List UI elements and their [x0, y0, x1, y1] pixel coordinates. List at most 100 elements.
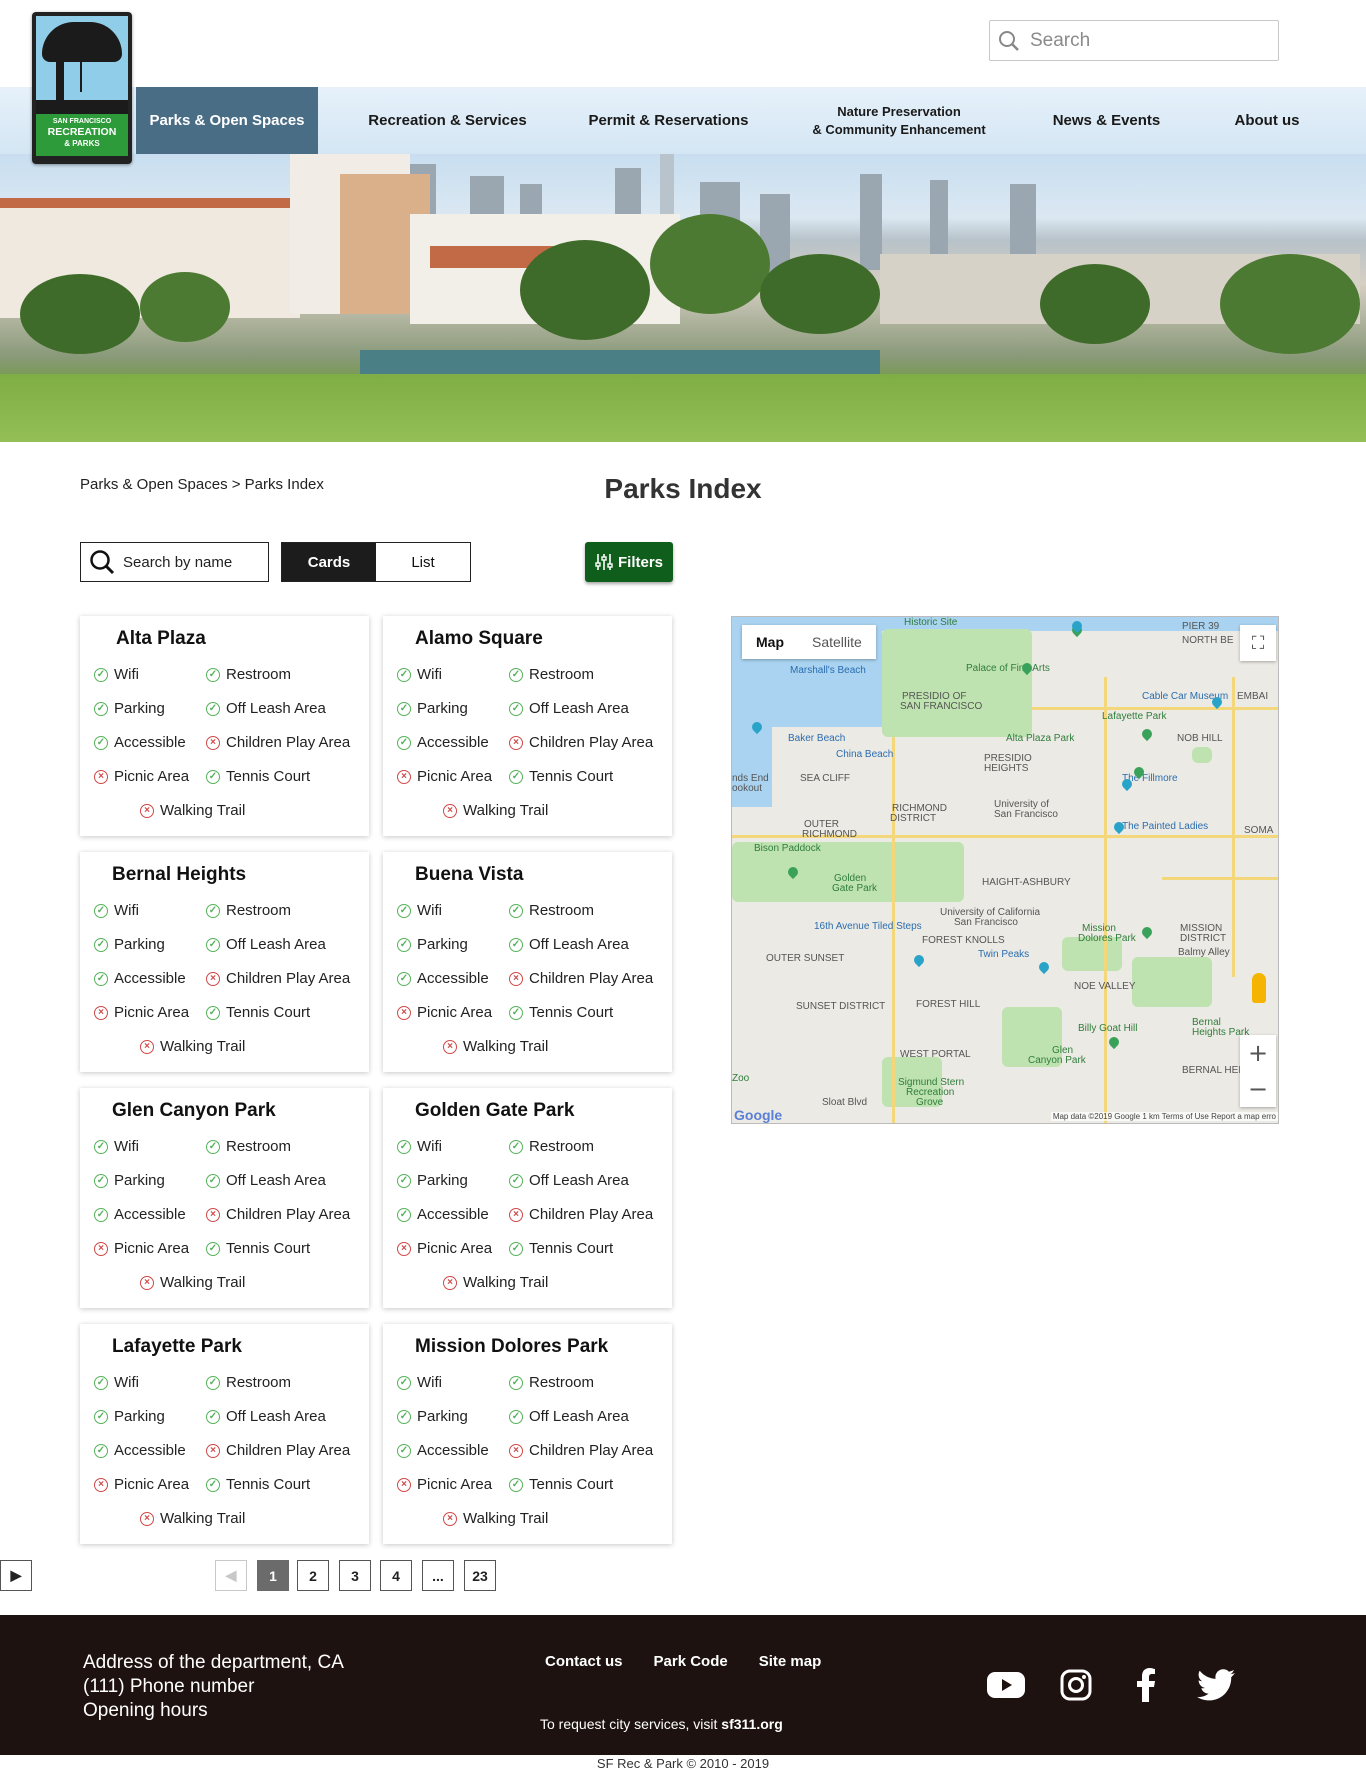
amenity-label: Off Leash Area	[529, 936, 629, 953]
park-card-title[interactable]: Mission Dolores Park	[415, 1336, 608, 1358]
amenity-label: Wifi	[417, 666, 442, 683]
amenity-wifi: ✓ Wifi	[94, 902, 139, 919]
nav-parks-open-spaces[interactable]: Parks & Open Spaces	[136, 87, 318, 154]
list-view-button[interactable]: List	[376, 543, 470, 581]
instagram-icon[interactable]	[1056, 1667, 1096, 1703]
amenity-restroom: ✓ Restroom	[206, 1374, 291, 1391]
zoom-out-button[interactable]: −	[1240, 1071, 1276, 1107]
filters-button[interactable]: Filters	[585, 542, 673, 582]
amenity-label: Children Play Area	[226, 1442, 351, 1459]
youtube-icon[interactable]	[986, 1667, 1026, 1703]
park-card[interactable]: Alamo Square ✓ Wifi ✓ Restroom ✓ Parking ✓ Off L…	[383, 616, 672, 836]
amenity-label: Off Leash Area	[529, 700, 629, 717]
check-circle-icon: ✓	[206, 1477, 220, 1492]
amenity-restroom: ✓ Restroom	[509, 1374, 594, 1391]
amenity-label: Parking	[417, 936, 468, 953]
map-label: The Painted Ladies	[1122, 821, 1209, 832]
map-label: SAN FRANCISCO	[900, 701, 983, 712]
check-circle-icon: ✓	[509, 1241, 523, 1256]
twitter-icon[interactable]	[1196, 1667, 1236, 1703]
map-type-map[interactable]: Map	[742, 625, 798, 659]
site-search[interactable]	[989, 20, 1279, 61]
fullscreen-icon[interactable]: ⛶	[1240, 625, 1276, 661]
amenity-wifi: ✓ Wifi	[397, 1138, 442, 1155]
amenity-label: Restroom	[226, 666, 292, 683]
check-circle-icon: ✓	[94, 971, 108, 986]
amenity-label: Parking	[114, 700, 165, 717]
amenity-wifi: ✓ Wifi	[397, 666, 442, 683]
park-card-title[interactable]: Glen Canyon Park	[112, 1100, 276, 1122]
park-name-search[interactable]	[80, 542, 269, 582]
nav-permit-reservations[interactable]: Permit & Reservations	[580, 87, 757, 154]
map-label: PIER 39	[1182, 621, 1220, 632]
site-search-input[interactable]	[1030, 29, 1260, 52]
nav-recreation-services[interactable]: Recreation & Services	[360, 87, 535, 154]
amenity-label: Wifi	[114, 666, 139, 683]
park-card[interactable]: Glen Canyon Park ✓ Wifi ✓ Restroom ✓ Parking ✓ O…	[80, 1088, 369, 1308]
park-card[interactable]: Mission Dolores Park ✓ Wifi ✓ Restroom ✓ Parki…	[383, 1324, 672, 1544]
amenity-label: Parking	[417, 1408, 468, 1425]
page-button[interactable]: ...	[422, 1560, 454, 1591]
amenity-parking: ✓ Parking	[94, 936, 165, 953]
cards-view-button[interactable]: Cards	[282, 543, 376, 581]
park-card[interactable]: Lafayette Park ✓ Wifi ✓ Restroom ✓ Parking ✓ Off…	[80, 1324, 369, 1544]
map-zoom-control: + −	[1240, 1035, 1276, 1107]
street-view-pegman-icon[interactable]	[1252, 973, 1266, 1003]
amenity-label: Wifi	[417, 1374, 442, 1391]
prev-page-button[interactable]: ◀	[215, 1560, 247, 1591]
x-circle-icon: ×	[140, 1039, 154, 1054]
amenity-parking: ✓ Parking	[397, 1172, 468, 1189]
park-card-title[interactable]: Alamo Square	[415, 628, 543, 650]
park-card[interactable]: Golden Gate Park ✓ Wifi ✓ Restroom ✓ Parking ✓ O…	[383, 1088, 672, 1308]
park-card-title[interactable]: Golden Gate Park	[415, 1100, 574, 1122]
amenity-off-leash: ✓ Off Leash Area	[509, 1408, 629, 1425]
park-card-title[interactable]: Bernal Heights	[112, 864, 246, 886]
page-button[interactable]: 3	[339, 1560, 371, 1591]
park-card[interactable]: Bernal Heights ✓ Wifi ✓ Restroom ✓ Parking ✓ Off…	[80, 852, 369, 1072]
x-circle-icon: ×	[443, 1275, 457, 1290]
sliders-icon	[595, 553, 613, 571]
map-label: Lafayette Park	[1102, 711, 1167, 722]
nav-nature-preservation[interactable]: Nature Preservation & Community Enhancem…	[800, 87, 998, 154]
header	[0, 0, 1366, 87]
footer-link-site-map[interactable]: Site map	[759, 1653, 822, 1670]
next-page-button[interactable]: ▶	[0, 1560, 32, 1591]
footer-link-contact[interactable]: Contact us	[545, 1653, 623, 1670]
map-label: Grove	[916, 1097, 944, 1108]
footer-link-park-code[interactable]: Park Code	[654, 1653, 728, 1670]
page-button[interactable]: 4	[380, 1560, 412, 1591]
amenity-off-leash: ✓ Off Leash Area	[509, 1172, 629, 1189]
amenity-label: Restroom	[226, 1138, 292, 1155]
sf311-link[interactable]: sf311.org	[721, 1716, 782, 1732]
facebook-icon[interactable]	[1126, 1667, 1166, 1703]
check-circle-icon: ✓	[206, 769, 220, 784]
park-card-title[interactable]: Buena Vista	[415, 864, 523, 886]
page-button[interactable]: 2	[297, 1560, 329, 1591]
page-button[interactable]: 23	[464, 1560, 496, 1591]
page-button[interactable]: 1	[257, 1560, 289, 1591]
map-type-satellite[interactable]: Satellite	[798, 625, 876, 659]
logo[interactable]: SAN FRANCISCO RECREATION & PARKS	[32, 12, 132, 164]
nav-news-events[interactable]: News & Events	[1044, 87, 1169, 154]
main-nav: Parks & Open Spaces Recreation & Service…	[0, 87, 1366, 154]
amenity-picnic: × Picnic Area	[94, 768, 189, 785]
park-card[interactable]: Buena Vista ✓ Wifi ✓ Restroom ✓ Parking ✓ Off Le…	[383, 852, 672, 1072]
park-card[interactable]: Alta Plaza ✓ Wifi ✓ Restroom ✓ Parking ✓ Off Lea…	[80, 616, 369, 836]
amenity-picnic: × Picnic Area	[397, 1240, 492, 1257]
park-name-search-input[interactable]	[123, 553, 263, 571]
park-card-title[interactable]: Lafayette Park	[112, 1336, 242, 1358]
amenity-parking: ✓ Parking	[94, 1172, 165, 1189]
map-label: SOMA	[1244, 825, 1274, 836]
amenity-label: Walking Trail	[160, 1038, 246, 1055]
map-label: Historic Site	[904, 617, 958, 628]
parks-map[interactable]: Historic Site PIER 39 NORTH BE Marshall's B…	[731, 616, 1279, 1124]
zoom-in-button[interactable]: +	[1240, 1035, 1276, 1071]
nav-about-us[interactable]: About us	[1216, 87, 1318, 154]
map-attribution[interactable]: Map data ©2019 Google 1 km Terms of Use …	[1050, 1112, 1278, 1121]
check-circle-icon: ✓	[206, 1241, 220, 1256]
search-icon	[998, 30, 1020, 52]
map-label: Alta Plaza Park	[1006, 733, 1075, 744]
amenity-children-play: × Children Play Area	[509, 970, 653, 987]
map-label: Sloat Blvd	[822, 1097, 868, 1108]
park-card-title[interactable]: Alta Plaza	[116, 628, 206, 650]
